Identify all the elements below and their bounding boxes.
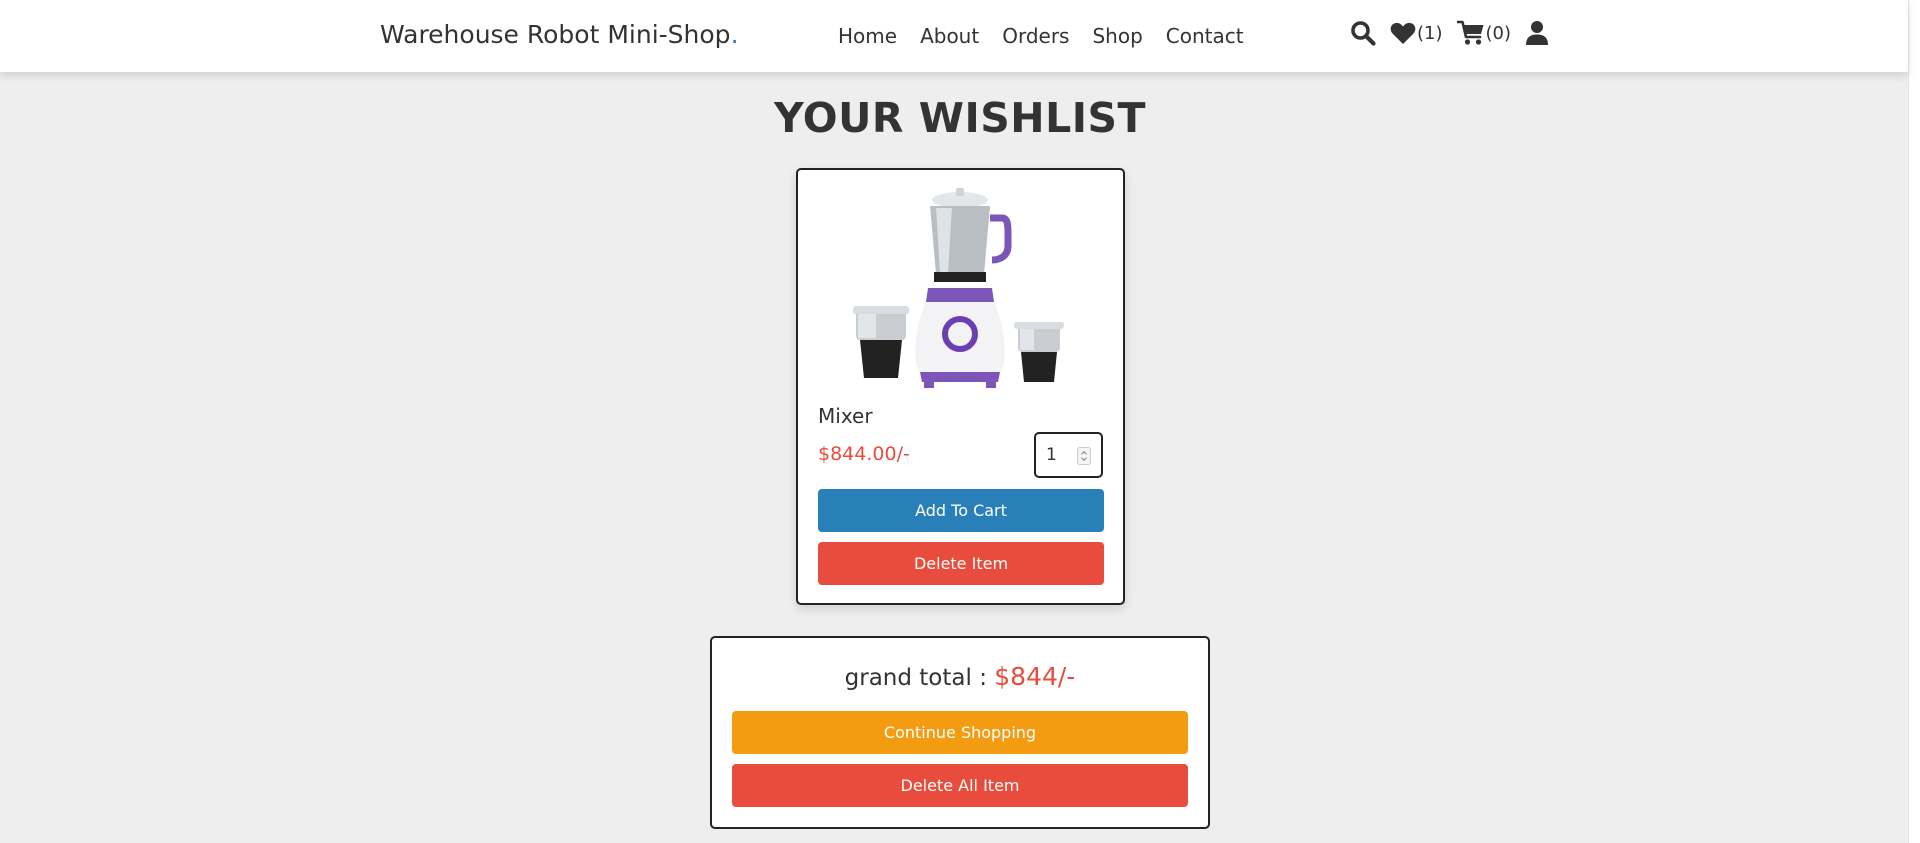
nav-about[interactable]: About [920, 24, 979, 48]
heart-icon [1390, 22, 1416, 44]
product-name: Mixer [818, 404, 873, 428]
nav-shop[interactable]: Shop [1092, 24, 1142, 48]
nav-orders[interactable]: Orders [1002, 24, 1069, 48]
wishlist-item-card: Mixer $844.00/- 1 Add To Cart Delete Ite… [796, 168, 1125, 605]
grand-total: grand total : $844/- [712, 662, 1208, 691]
cart-icon [1456, 20, 1483, 45]
wishlist-button[interactable]: (1) [1390, 21, 1443, 45]
main-nav: Home About Orders Shop Contact [838, 24, 1244, 48]
user-button[interactable] [1525, 20, 1549, 46]
page-title: YOUR WISHLIST [774, 94, 1146, 142]
product-image-mixer[interactable] [848, 186, 1076, 398]
delete-all-button[interactable]: Delete All Item [732, 764, 1188, 807]
product-price: $844.00/- [818, 443, 910, 465]
grand-total-card: grand total : $844/- Continue Shopping D… [710, 636, 1210, 829]
logo-dot: . [730, 20, 739, 49]
delete-item-button[interactable]: Delete Item [818, 542, 1104, 585]
site-logo[interactable]: Warehouse Robot Mini-Shop. [380, 20, 739, 49]
search-icon [1351, 21, 1376, 46]
logo-text: Warehouse Robot Mini-Shop [380, 20, 731, 49]
quantity-input[interactable]: 1 [1034, 432, 1103, 478]
wishlist-count: (1) [1417, 22, 1443, 44]
continue-shopping-button[interactable]: Continue Shopping [732, 711, 1188, 754]
quantity-stepper-icon[interactable] [1077, 447, 1091, 465]
cart-button[interactable]: (0) [1456, 20, 1512, 46]
grand-total-label: grand total : [844, 665, 995, 691]
nav-home[interactable]: Home [838, 24, 897, 48]
cart-count: (0) [1485, 22, 1512, 44]
nav-contact[interactable]: Contact [1166, 24, 1244, 48]
header-icons: (1) (0) [1350, 20, 1563, 46]
site-header: Warehouse Robot Mini-Shop. Home About Or… [0, 0, 1908, 72]
user-icon [1526, 21, 1548, 45]
add-to-cart-button[interactable]: Add To Cart [818, 489, 1104, 532]
search-button[interactable] [1350, 20, 1376, 46]
grand-total-value: $844/- [994, 662, 1076, 691]
quantity-value: 1 [1046, 445, 1057, 465]
